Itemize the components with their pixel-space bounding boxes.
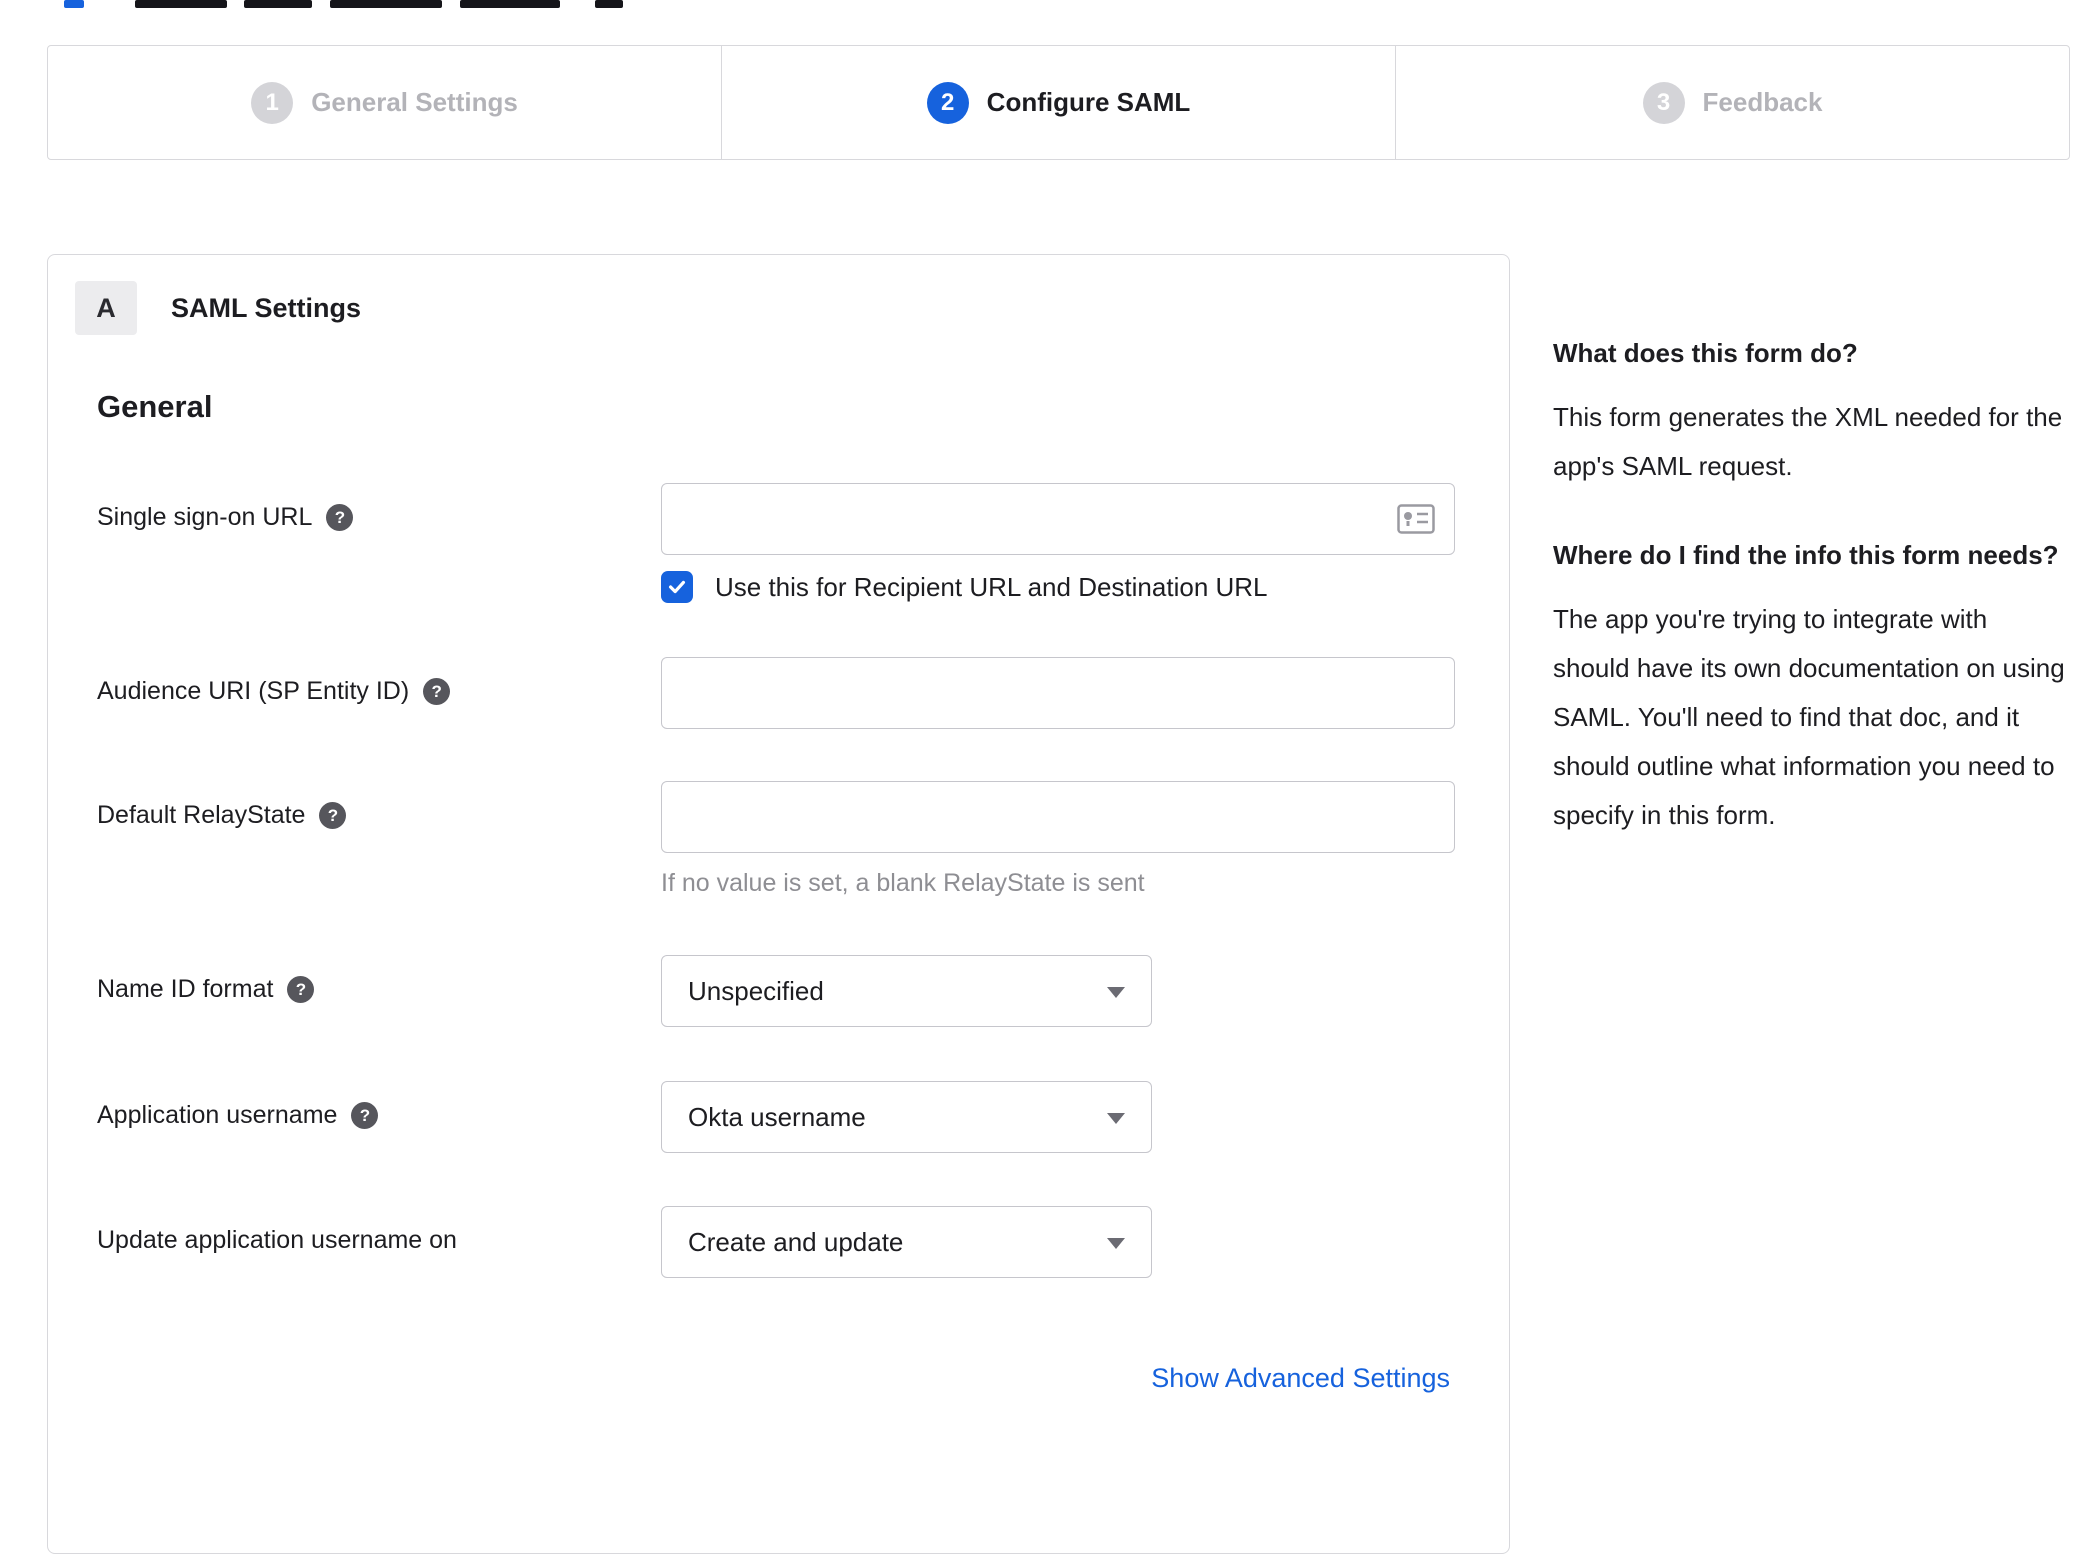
section-a-badge: A [75,281,137,335]
recipient-url-checkbox-label: Use this for Recipient URL and Destinati… [715,571,1268,602]
step-label: Configure SAML [986,87,1191,117]
clipped-title-fragment [330,0,442,8]
sso-url-label-group: Single sign-on URL ? [97,483,661,532]
sso-url-row: Single sign-on URL ? Use this for Recipi… [97,483,1469,603]
chevron-down-icon [1107,1238,1125,1249]
application-username-select[interactable]: Okta username [661,1081,1152,1153]
step-number-badge: 2 [926,81,969,124]
step-feedback[interactable]: 3 Feedback [1395,46,2069,159]
saml-settings-card: A SAML Settings General Single sign-on U… [47,254,1510,1554]
recipient-url-check-row: Use this for Recipient URL and Destinati… [661,571,1469,603]
clipped-settings-icon [595,0,623,8]
relay-state-label-group: Default RelayState ? [97,781,661,830]
step-configure-saml[interactable]: 2 Configure SAML [721,46,1395,159]
general-heading: General [97,389,213,424]
update-username-row: Update application username on Create an… [97,1206,1469,1278]
chevron-down-icon [1107,1113,1125,1124]
help-icon[interactable]: ? [351,1102,379,1129]
update-username-label-group: Update application username on [97,1206,661,1255]
help-panel: What does this form do? This form genera… [1553,333,2065,840]
relay-state-input[interactable] [661,781,1455,853]
relay-state-label: Default RelayState [97,801,306,829]
show-advanced-settings-link[interactable]: Show Advanced Settings [1151,1363,1450,1394]
help-icon[interactable]: ? [287,976,315,1003]
wizard-stepper: 1 General Settings 2 Configure SAML 3 Fe… [47,45,2070,160]
audience-uri-input[interactable] [661,657,1455,729]
update-username-select[interactable]: Create and update [661,1206,1152,1278]
clipped-title-fragment [244,0,312,8]
clipped-title-fragment [135,0,227,8]
step-number-badge: 1 [251,81,294,124]
step-general-settings[interactable]: 1 General Settings [48,46,721,159]
name-id-format-select[interactable]: Unspecified [661,955,1152,1027]
help-question-1: What does this form do? [1553,338,1858,368]
step-label: General Settings [311,87,518,117]
update-username-label: Update application username on [97,1226,457,1254]
application-username-label: Application username [97,1101,338,1129]
name-id-format-row: Name ID format ? Unspecified [97,955,1469,1027]
clipped-title-fragment [64,0,84,8]
audience-uri-label-group: Audience URI (SP Entity ID) ? [97,657,661,706]
step-label: Feedback [1702,87,1823,117]
contact-card-icon[interactable] [1397,504,1435,539]
chevron-down-icon [1107,987,1125,998]
application-username-label-group: Application username ? [97,1081,661,1130]
section-title: SAML Settings [171,292,362,323]
application-username-row: Application username ? Okta username [97,1081,1469,1153]
help-icon[interactable]: ? [423,678,451,705]
relay-state-hint: If no value is set, a blank RelayState i… [661,869,1145,897]
application-username-value: Okta username [688,1101,866,1132]
audience-uri-row: Audience URI (SP Entity ID) ? [97,657,1469,729]
recipient-url-checkbox[interactable] [661,571,693,603]
sso-url-label: Single sign-on URL [97,503,313,531]
step-number-badge: 3 [1642,81,1685,124]
help-answer-1: This form generates the XML needed for t… [1553,402,2063,481]
clipped-title-fragment [460,0,560,8]
name-id-format-label: Name ID format [97,975,274,1003]
name-id-format-value: Unspecified [688,975,824,1006]
clipped-page-title [0,0,2092,10]
update-username-value: Create and update [688,1226,904,1257]
audience-uri-label: Audience URI (SP Entity ID) [97,677,410,705]
name-id-format-label-group: Name ID format ? [97,955,661,1004]
relay-state-row: Default RelayState ? If no value is set,… [97,781,1469,898]
section-header: A SAML Settings [75,281,361,335]
sso-url-input[interactable] [661,483,1455,555]
help-answer-2: The app you're trying to integrate with … [1553,604,2065,830]
help-icon[interactable]: ? [319,802,347,829]
help-icon[interactable]: ? [326,504,354,531]
help-question-2: Where do I find the info this form needs… [1553,540,2059,570]
